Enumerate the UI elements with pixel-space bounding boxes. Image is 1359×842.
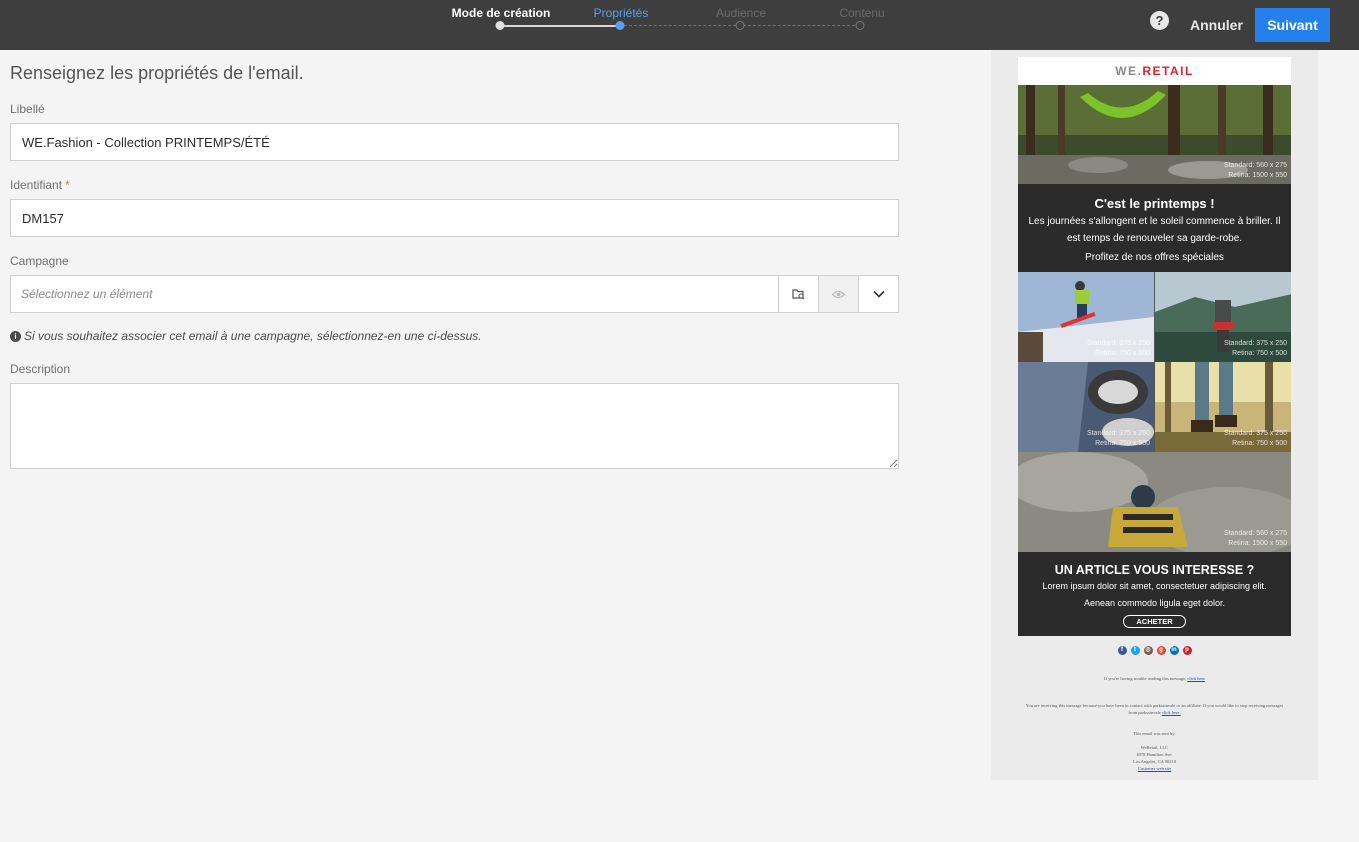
image-size-line: Retina: 1500 x 550 <box>1228 540 1287 547</box>
jeans-sneakers-image: Standard: 375 x 250 Retina: 750 x 500 <box>1018 362 1155 452</box>
identifier-field-label: Identifiant * <box>10 178 70 192</box>
footer-trouble-text: If you're having trouble reading this me… <box>1104 676 1187 681</box>
spring-section: C'est le printemps ! Les journées s'allo… <box>1018 184 1291 272</box>
footer-company: WeRetail, LLC <box>1140 745 1169 750</box>
google-plus-icon[interactable]: g <box>1156 646 1166 655</box>
next-button[interactable]: Suivant <box>1255 8 1330 42</box>
image-size-line: Retina: 750 x 500 <box>1095 440 1150 447</box>
image-size-line: Retina: 1500 x 550 <box>1228 172 1287 179</box>
footer-address: 4978 Hamilton Ave. <box>1136 752 1173 757</box>
page-title: Renseignez les propriétés de l'email. <box>10 63 304 83</box>
image-size-line: Standard: 375 x 250 <box>1086 430 1150 437</box>
identifier-input[interactable] <box>10 199 899 237</box>
label-input[interactable] <box>10 123 899 161</box>
wizard-step-dot <box>855 21 865 30</box>
description-textarea[interactable] <box>10 383 899 469</box>
image-size-caption: Standard: 375 x 250 Retina: 750 x 500 <box>1087 339 1150 359</box>
hiker-rocks-image: Standard: 560 x 275 Retina: 1500 x 550 <box>1018 452 1291 552</box>
footer-trouble-link[interactable]: click here <box>1187 676 1205 681</box>
label-field-label: Libellé <box>10 102 45 116</box>
footer-site-link[interactable]: Customer web site <box>1138 766 1172 771</box>
wizard-step-dot <box>735 21 745 30</box>
footer-site-line: Customer web site <box>991 765 1318 772</box>
image-size-line: Retina: 750 x 500 <box>1232 440 1287 447</box>
campaign-field-label: Campagne <box>10 254 69 268</box>
campaign-picker <box>10 275 899 313</box>
image-grid-row: Standard: 375 x 250 Retina: 750 x 500 Sta… <box>1018 272 1291 362</box>
hero-image: Standard: 560 x 275 Retina: 1500 x 550 <box>1018 85 1291 184</box>
backpacker-image: Standard: 375 x 250 Retina: 750 x 500 <box>1155 272 1291 362</box>
campaign-hint: i Si vous souhaitez associer cet email à… <box>10 329 482 343</box>
wizard-step-dot <box>615 21 625 30</box>
image-size-caption: Standard: 375 x 250 Retina: 750 x 500 <box>1224 339 1287 359</box>
brand-suffix: RETAIL <box>1142 64 1194 78</box>
image-size-line: Standard: 375 x 250 <box>1223 430 1287 437</box>
image-size-line: Retina: 750 x 500 <box>1232 350 1287 357</box>
identifier-label-text: Identifiant <box>10 178 63 192</box>
facebook-icon[interactable]: f <box>1117 646 1127 655</box>
footer-city: Los Angeles, CA 90210 <box>1132 759 1176 764</box>
campaign-dropdown-button[interactable] <box>858 276 898 312</box>
footer-trouble-line: If you're having trouble reading this me… <box>991 675 1318 682</box>
spring-offer: Profitez de nos offres spéciales <box>1085 252 1224 263</box>
cancel-button[interactable]: Annuler <box>1180 9 1253 41</box>
spring-title: C'est le printemps ! <box>1094 196 1215 211</box>
social-icons: f t ◎ g in p <box>991 646 1318 655</box>
buy-button[interactable]: ACHETER <box>1123 615 1186 628</box>
wizard-step-content: Contenu <box>839 6 885 20</box>
description-field-label: Description <box>10 362 71 376</box>
footer-optout-line: You are receiving this message because y… <box>991 702 1318 716</box>
article-text: Aenean commodo ligula eget dolor. <box>1083 598 1226 608</box>
info-icon: i <box>10 330 21 342</box>
image-size-line: Standard: 375 x 250 <box>1223 340 1287 347</box>
boots-forest-image: Standard: 375 x 250 Retina: 750 x 500 <box>1155 362 1291 452</box>
wizard-step-creation-mode[interactable]: Mode de création <box>452 6 551 20</box>
campaign-hint-text: Si vous souhaitez associer cet email à u… <box>24 329 482 343</box>
image-size-line: Standard: 560 x 275 <box>1223 530 1287 537</box>
linkedin-icon[interactable]: in <box>1169 646 1179 655</box>
snowboarder-image: Standard: 375 x 250 Retina: 750 x 500 <box>1018 272 1155 362</box>
footer-optout-text: You are receiving this message because y… <box>1025 703 1284 715</box>
image-size-line: Standard: 375 x 250 <box>1086 340 1150 347</box>
pinterest-icon[interactable]: p <box>1182 646 1192 655</box>
wizard-step-audience: Audience <box>715 6 767 20</box>
wizard-step-dot <box>495 21 505 30</box>
instagram-icon[interactable]: ◎ <box>1143 646 1153 655</box>
image-size-caption: Standard: 560 x 275 Retina: 1500 x 550 <box>1224 161 1287 181</box>
article-section: UN ARTICLE VOUS INTERESSE ? Lorem ipsum … <box>1018 552 1291 636</box>
eye-icon <box>832 290 845 298</box>
brand-prefix: WE. <box>1115 64 1143 78</box>
brand-logo: WE.RETAIL <box>1018 57 1291 85</box>
folder-search-icon <box>792 289 805 300</box>
email-preview-panel: WE.RETAIL Standard: 560 x 275 Retina: 150… <box>991 50 1318 780</box>
footer-sent-by: This email was sent by: <box>1133 731 1176 736</box>
twitter-icon[interactable]: t <box>1130 646 1140 655</box>
campaign-input[interactable] <box>11 276 778 312</box>
article-title: UN ARTICLE VOUS INTERESSE ? <box>1054 563 1255 577</box>
view-campaign-button[interactable] <box>818 276 858 312</box>
image-size-caption: Standard: 375 x 250 Retina: 750 x 500 <box>1224 429 1287 449</box>
image-size-caption: Standard: 560 x 275 Retina: 1500 x 550 <box>1224 529 1287 549</box>
question-mark-icon[interactable]: ? <box>1150 11 1169 30</box>
browse-folder-button[interactable] <box>778 276 818 312</box>
wizard-step-properties[interactable]: Propriétés <box>594 6 649 20</box>
article-text: Lorem ipsum dolor sit amet, consectetuer… <box>1042 581 1267 591</box>
image-grid-row: Standard: 375 x 250 Retina: 750 x 500 Sta… <box>1018 362 1291 452</box>
wizard-progress-complete <box>500 25 620 27</box>
required-marker: * <box>65 178 70 192</box>
chevron-down-icon <box>872 290 885 298</box>
footer-optout-link[interactable]: click here. <box>1162 710 1181 715</box>
image-size-caption: Standard: 375 x 250 Retina: 750 x 500 <box>1087 429 1150 449</box>
image-size-line: Retina: 750 x 500 <box>1095 350 1150 357</box>
spring-text: Les journées s'allongent et le soleil co… <box>1028 216 1281 244</box>
top-bar: Mode de création Propriétés Audience Con… <box>0 0 1359 50</box>
email-preview: WE.RETAIL Standard: 560 x 275 Retina: 150… <box>1018 57 1291 636</box>
image-size-line: Standard: 560 x 275 <box>1223 162 1287 169</box>
